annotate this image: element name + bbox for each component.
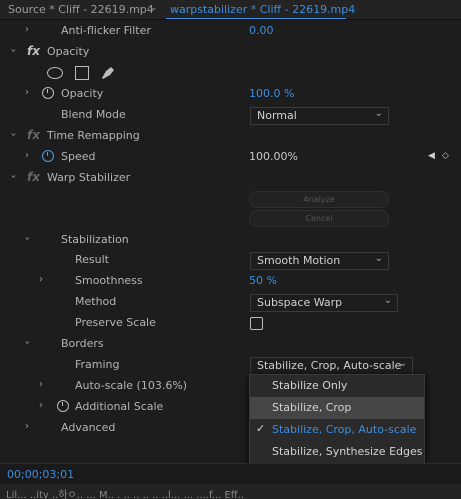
stopwatch-icon[interactable] bbox=[57, 400, 69, 412]
blend-mode-label: Blend Mode bbox=[61, 108, 126, 121]
anti-flicker-value[interactable]: 0.00 bbox=[249, 24, 274, 37]
tab-dropdown-icon[interactable]: ⌄ bbox=[150, 3, 158, 13]
panel-tab-bar: Source * Cliff - 22619.mp4 ⌄ warpstabili… bbox=[0, 0, 461, 20]
menu-item-stabilize-crop-auto-scale[interactable]: ✓ Stabilize, Crop, Auto-scale bbox=[250, 419, 424, 441]
expand-chevron-icon[interactable]: › bbox=[25, 150, 29, 161]
chevron-down-icon: ⌄ bbox=[374, 253, 383, 264]
menu-item-label: Stabilize, Crop, Auto-scale bbox=[272, 423, 417, 436]
collapse-chevron-icon[interactable]: › bbox=[8, 175, 19, 179]
framing-dropdown-menu: Stabilize Only Stabilize, Crop ✓ Stabili… bbox=[249, 374, 425, 464]
smoothness-label: Smoothness bbox=[75, 274, 143, 287]
row-opacity-section: › fx Opacity bbox=[0, 42, 461, 63]
row-preserve-scale: Preserve Scale bbox=[0, 313, 461, 334]
row-warp-stabilizer: › fx Warp Stabilizer bbox=[0, 168, 461, 189]
menu-item-label: Stabilize Only bbox=[272, 379, 348, 392]
auto-scale-label: Auto-scale (103.6%) bbox=[75, 379, 188, 392]
collapse-chevron-icon[interactable]: › bbox=[22, 237, 33, 241]
tab-effect-controls[interactable]: warpstabilizer * Cliff - 22619.mp4 bbox=[170, 3, 355, 16]
expand-chevron-icon[interactable]: › bbox=[39, 400, 43, 411]
row-smoothness: › Smoothness 50 % bbox=[0, 271, 461, 292]
opacity-section-label: Opacity bbox=[47, 45, 90, 58]
stopwatch-active-icon[interactable] bbox=[42, 150, 54, 162]
fx-icon[interactable]: fx bbox=[27, 128, 40, 142]
row-opacity: › Opacity 100.0 % bbox=[0, 84, 461, 105]
opacity-label: Opacity bbox=[61, 87, 104, 100]
time-remapping-label: Time Remapping bbox=[47, 129, 140, 142]
row-borders: › Borders bbox=[0, 334, 461, 355]
collapse-chevron-icon[interactable]: › bbox=[8, 49, 19, 53]
framing-value: Stabilize, Crop, Auto-scale bbox=[257, 359, 402, 372]
result-label: Result bbox=[75, 253, 109, 266]
row-method: Method Subspace Warp ⌄ bbox=[0, 292, 461, 313]
preserve-scale-label: Preserve Scale bbox=[75, 316, 156, 329]
stopwatch-icon[interactable] bbox=[42, 87, 54, 99]
analyze-button[interactable]: Analyze bbox=[249, 191, 389, 208]
preserve-scale-checkbox[interactable] bbox=[250, 317, 263, 330]
method-select[interactable]: Subspace Warp ⌄ bbox=[250, 294, 398, 312]
chevron-down-icon: ⌄ bbox=[383, 295, 392, 306]
checkmark-icon: ✓ bbox=[256, 422, 266, 435]
row-anti-flicker: › Anti-flicker Filter 0.00 bbox=[0, 21, 461, 42]
tab-source[interactable]: Source * Cliff - 22619.mp4 bbox=[8, 3, 154, 16]
menu-item-stabilize-synthesize-edges[interactable]: Stabilize, Synthesize Edges bbox=[250, 441, 424, 463]
expand-chevron-icon[interactable]: › bbox=[39, 379, 43, 390]
previous-keyframe-icon[interactable]: ◀ bbox=[428, 151, 435, 161]
framing-label: Framing bbox=[75, 358, 120, 371]
active-tab-underline bbox=[166, 18, 346, 19]
framing-select[interactable]: Stabilize, Crop, Auto-scale ⌄ bbox=[250, 357, 413, 375]
expand-chevron-icon[interactable]: › bbox=[25, 24, 29, 35]
anti-flicker-label: Anti-flicker Filter bbox=[61, 24, 151, 37]
row-framing: Framing Stabilize, Crop, Auto-scale ⌄ bbox=[0, 355, 461, 376]
menu-item-stabilize-crop[interactable]: Stabilize, Crop bbox=[250, 397, 424, 419]
expand-chevron-icon[interactable]: › bbox=[25, 421, 29, 432]
menu-item-stabilize-only[interactable]: Stabilize Only bbox=[250, 375, 424, 397]
menu-item-label: Stabilize, Crop bbox=[272, 401, 352, 414]
borders-label: Borders bbox=[61, 337, 104, 350]
expand-chevron-icon[interactable]: › bbox=[39, 274, 43, 285]
chevron-down-icon: ⌄ bbox=[398, 358, 407, 369]
row-result: Result Smooth Motion ⌄ bbox=[0, 250, 461, 271]
timecode-bar: 00;00;03;01 bbox=[0, 463, 461, 484]
cancel-button[interactable]: Cancel bbox=[249, 210, 389, 227]
smoothness-value[interactable]: 50 % bbox=[249, 274, 277, 287]
bottom-panel-tabs[interactable]: Lil... ..ity ..하ㅇ.. ... M.. . .. .. .. .… bbox=[6, 486, 244, 499]
result-select[interactable]: Smooth Motion ⌄ bbox=[250, 252, 389, 270]
blend-mode-select[interactable]: Normal ⌄ bbox=[250, 107, 389, 125]
method-label: Method bbox=[75, 295, 117, 308]
collapse-chevron-icon[interactable]: › bbox=[22, 341, 33, 345]
rectangle-mask-icon[interactable] bbox=[75, 66, 89, 80]
bottom-panel-bar: Lil... ..ity ..하ㅇ.. ... M.. . .. .. .. .… bbox=[0, 484, 461, 499]
speed-label: Speed bbox=[61, 150, 96, 163]
timecode-display[interactable]: 00;00;03;01 bbox=[7, 468, 74, 481]
fx-icon[interactable]: fx bbox=[27, 44, 40, 58]
blend-mode-value: Normal bbox=[257, 109, 297, 122]
row-mask-tools bbox=[0, 62, 461, 83]
pen-mask-icon[interactable] bbox=[100, 65, 116, 80]
menu-item-label: Stabilize, Synthesize Edges bbox=[272, 445, 423, 458]
add-keyframe-icon[interactable]: ◇ bbox=[442, 151, 449, 161]
result-value: Smooth Motion bbox=[257, 254, 341, 267]
method-value: Subspace Warp bbox=[257, 296, 343, 309]
collapse-chevron-icon[interactable]: › bbox=[8, 133, 19, 137]
warp-stabilizer-label: Warp Stabilizer bbox=[47, 171, 131, 184]
row-time-remapping: › fx Time Remapping bbox=[0, 126, 461, 147]
stabilization-label: Stabilization bbox=[61, 233, 129, 246]
ellipse-mask-icon[interactable] bbox=[47, 67, 63, 79]
advanced-label: Advanced bbox=[61, 421, 116, 434]
fx-icon[interactable]: fx bbox=[27, 170, 40, 184]
row-blend-mode: Blend Mode Normal ⌄ bbox=[0, 105, 461, 126]
expand-chevron-icon[interactable]: › bbox=[25, 87, 29, 98]
row-speed: › Speed 100.00% ◀ ◇ bbox=[0, 147, 461, 168]
chevron-down-icon: ⌄ bbox=[374, 108, 383, 119]
speed-value[interactable]: 100.00% bbox=[249, 150, 298, 163]
row-stabilization: › Stabilization bbox=[0, 230, 461, 251]
additional-scale-label: Additional Scale bbox=[75, 400, 164, 413]
opacity-value[interactable]: 100.0 % bbox=[249, 87, 294, 100]
